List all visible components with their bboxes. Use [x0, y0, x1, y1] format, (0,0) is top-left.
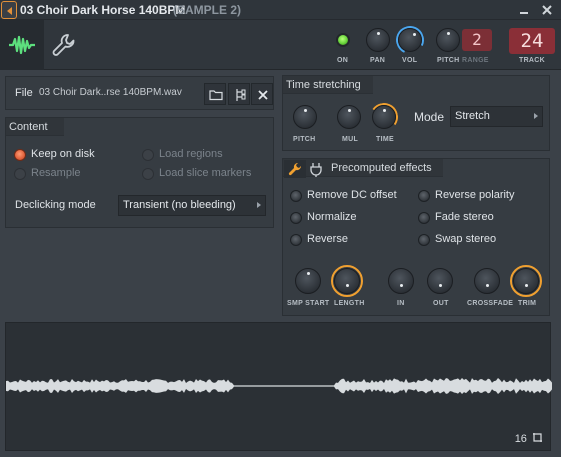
file-tree-icon: [236, 89, 246, 101]
close-icon: [258, 90, 268, 100]
fade-stereo-label: Fade stereo: [435, 211, 494, 223]
track-label: TRACK: [519, 57, 545, 64]
keep-on-disk-label: Keep on disk: [31, 148, 95, 160]
chevron-right-icon: [257, 202, 261, 208]
track-value[interactable]: 24: [509, 28, 555, 54]
close-icon: [542, 5, 552, 15]
keep-on-disk-radio[interactable]: [14, 149, 26, 161]
mode-value: Stretch: [455, 110, 490, 122]
crossfade-knob[interactable]: [474, 268, 500, 294]
waveform-footer: 16: [515, 432, 544, 445]
title-bar: 03 Choir Dark Horse 140BPM (SAMPLE 2): [0, 0, 561, 20]
clear-file-button[interactable]: [251, 83, 273, 105]
plug-icon: [310, 163, 322, 177]
wrench-icon: [288, 162, 302, 176]
pan-knob[interactable]: [366, 28, 390, 52]
swap-stereo-toggle[interactable]: [418, 234, 430, 246]
range-value[interactable]: 2: [462, 29, 492, 51]
smp-start-label: SMP START: [287, 300, 330, 307]
load-regions-label: Load regions: [159, 148, 223, 160]
remove-dc-offset-toggle[interactable]: [290, 190, 302, 202]
remove-dc-offset-label: Remove DC offset: [307, 189, 397, 201]
channel-header: ON PAN VOL PITCH RANGE 2 24 TRACK: [0, 20, 561, 70]
declicking-mode-select[interactable]: Transient (no bleeding): [118, 195, 266, 216]
mode-label: Mode: [414, 110, 445, 124]
minimize-button[interactable]: [516, 2, 532, 18]
smp-start-knob[interactable]: [295, 268, 321, 294]
file-name: 03 Choir Dark..rse 140BPM.wav: [39, 87, 182, 98]
reverse-polarity-toggle[interactable]: [418, 190, 430, 202]
vol-label: VOL: [402, 57, 418, 64]
resample-radio[interactable]: [14, 168, 26, 180]
length-label: LENGTH: [334, 300, 365, 307]
chevron-right-icon: [534, 113, 538, 119]
reverse-polarity-label: Reverse polarity: [435, 189, 515, 201]
window-title: 03 Choir Dark Horse 140BPM: [20, 3, 186, 17]
ts-pitch-label: PITCH: [293, 136, 316, 143]
swap-stereo-label: Swap stereo: [435, 233, 497, 245]
minimize-icon: [520, 12, 528, 14]
mode-select[interactable]: Stretch: [450, 106, 543, 127]
close-button[interactable]: [539, 2, 555, 18]
window-menu-button[interactable]: [1, 1, 17, 19]
normalize-toggle[interactable]: [290, 212, 302, 224]
crossfade-label: CROSSFADE: [467, 300, 514, 307]
ts-mul-label: MUL: [342, 136, 359, 143]
load-regions-radio[interactable]: [142, 149, 154, 161]
waveform-footer-value: 16: [514, 433, 527, 445]
locate-file-button[interactable]: [228, 83, 250, 105]
precomputed-effects-title: Precomputed effects: [331, 162, 432, 174]
waveform-path: [6, 378, 552, 394]
in-label: IN: [397, 300, 405, 307]
reverse-toggle[interactable]: [290, 234, 302, 246]
precomputed-wrench-button[interactable]: [284, 160, 306, 178]
open-file-button[interactable]: [204, 83, 226, 105]
crop-icon[interactable]: [532, 432, 544, 443]
wrench-icon: [52, 34, 75, 56]
time-stretching-title: Time stretching: [286, 79, 361, 91]
out-label: OUT: [433, 300, 449, 307]
pitch-label: PITCH: [437, 57, 460, 64]
trim-label: TRIM: [518, 300, 537, 307]
precomputed-effects-panel: Precomputed effects Remove DC offset Rev…: [282, 158, 550, 316]
content-title: Content: [9, 121, 48, 133]
out-knob[interactable]: [427, 268, 453, 294]
tab-settings[interactable]: [50, 32, 76, 58]
resample-label: Resample: [31, 167, 81, 179]
load-slice-markers-radio[interactable]: [142, 168, 154, 180]
time-stretching-panel: Time stretching PITCH MUL TIME Mode Stre…: [282, 75, 550, 151]
in-knob[interactable]: [388, 268, 414, 294]
on-led-toggle[interactable]: [336, 33, 350, 47]
waveform-display[interactable]: 16: [5, 322, 552, 451]
on-label: ON: [337, 57, 349, 64]
arrow-left-icon: [7, 7, 12, 15]
waveform-icon: [9, 35, 35, 55]
ts-time-knob[interactable]: [372, 105, 396, 129]
file-label: File: [15, 87, 33, 99]
reverse-label: Reverse: [307, 233, 348, 245]
window-subtitle: (SAMPLE 2): [173, 3, 242, 17]
file-panel: File 03 Choir Dark..rse 140BPM.wav: [5, 76, 274, 110]
tab-sample[interactable]: [0, 20, 44, 70]
pan-label: PAN: [370, 57, 386, 64]
declicking-mode-value: Transient (no bleeding): [123, 199, 236, 211]
content-panel: Content Keep on disk Load regions Resamp…: [5, 117, 274, 228]
ts-time-label: TIME: [376, 136, 394, 143]
fade-stereo-toggle[interactable]: [418, 212, 430, 224]
normalize-label: Normalize: [307, 211, 357, 223]
trim-knob[interactable]: [513, 268, 539, 294]
load-slice-markers-label: Load slice markers: [159, 167, 252, 179]
vol-knob[interactable]: [398, 28, 422, 52]
declicking-mode-label: Declicking mode: [15, 199, 96, 211]
ts-pitch-knob[interactable]: [293, 105, 317, 129]
range-label: RANGE: [462, 57, 489, 64]
waveform-graph: [6, 378, 552, 394]
length-knob[interactable]: [334, 268, 360, 294]
pitch-knob[interactable]: [436, 28, 460, 52]
folder-icon: [209, 90, 223, 101]
precomputed-plug-button[interactable]: [307, 160, 325, 178]
ts-mul-knob[interactable]: [337, 105, 361, 129]
